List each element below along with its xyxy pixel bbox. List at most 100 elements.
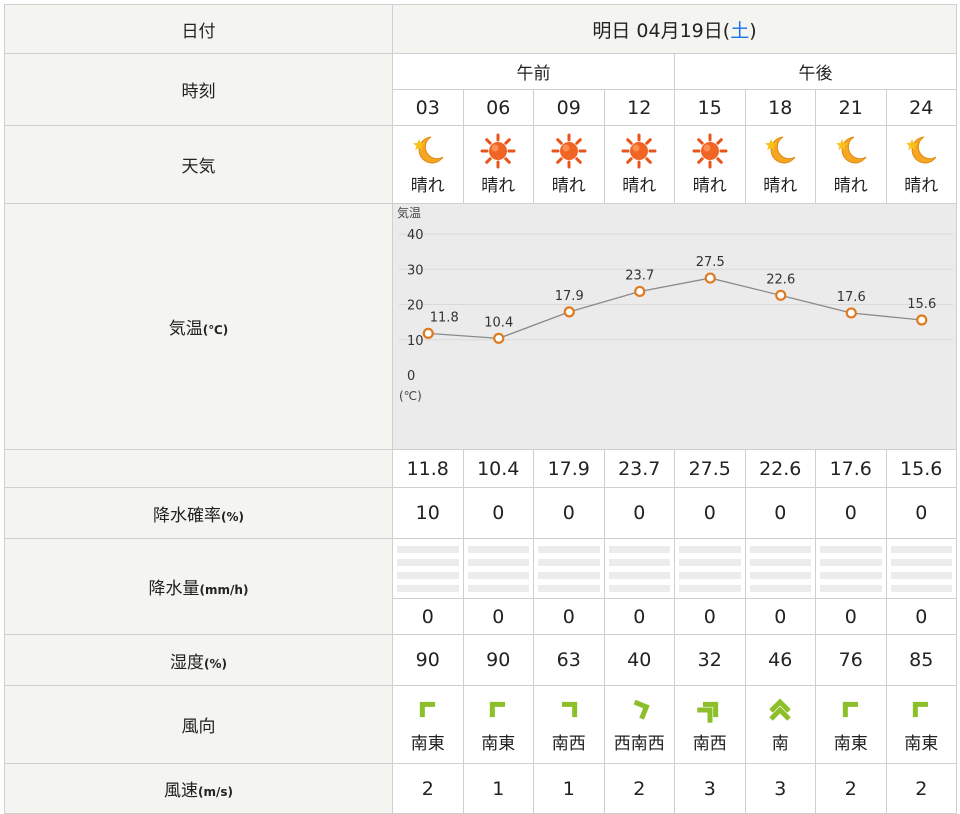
precip-amount-cell: 0 <box>674 598 746 635</box>
wind-dir-label: 南東 <box>410 734 445 754</box>
wind-dir-label: 南東 <box>833 734 868 754</box>
y-tick-label: 30 <box>407 263 424 278</box>
weather-cell: 晴れ <box>815 125 887 204</box>
pm-label: 午後 <box>674 53 957 90</box>
chart-unit: (℃) <box>399 389 422 403</box>
precip-prob-cell: 0 <box>885 487 957 539</box>
wind-speed-row-header: 風速(m/s) <box>4 763 393 814</box>
chart-title: 気温 <box>397 205 421 220</box>
wind-arrow-icon <box>393 695 462 725</box>
hour-cell: 12 <box>603 89 675 126</box>
hour-cell: 24 <box>885 89 957 126</box>
precip-bar-cell <box>533 538 605 599</box>
precip-bar-gauge <box>608 545 670 592</box>
wind-dir-label: 南西 <box>551 734 586 754</box>
humidity-cell: 90 <box>392 634 464 686</box>
temp-value-cell: 11.8 <box>392 449 464 488</box>
precip-bar-cell <box>885 538 957 599</box>
precip-bar-gauge <box>538 545 600 592</box>
temp-value-cell: 10.4 <box>462 449 534 488</box>
wind-speed-label: 風速 <box>164 781 198 801</box>
temperature-point <box>916 314 928 326</box>
precip-prob-cell: 0 <box>744 487 816 539</box>
wind-speed-cell: 2 <box>815 763 887 814</box>
weather-cell: 晴れ <box>392 125 464 204</box>
wind-arrow-icon <box>464 695 533 725</box>
moon-icon <box>393 133 462 169</box>
wind-dir-cell: 南 <box>744 685 816 764</box>
precip-prob-cell: 0 <box>674 487 746 539</box>
humidity-row-header: 湿度(%) <box>4 634 393 686</box>
hour-cell: 09 <box>533 89 605 126</box>
temperature-point <box>775 289 787 301</box>
wind-arrow-icon <box>534 695 603 725</box>
weather-label: 晴れ <box>481 176 516 196</box>
weather-cell: 晴れ <box>744 125 816 204</box>
humidity-cell: 46 <box>744 634 816 686</box>
wind-dir-cell: 南東 <box>392 685 464 764</box>
wind-speed-cell: 3 <box>744 763 816 814</box>
wind-arrow-icon <box>816 695 885 725</box>
temperature-data-label: 22.6 <box>766 272 795 287</box>
precip-bar-cell <box>744 538 816 599</box>
precip-amount-cell: 0 <box>603 598 675 635</box>
temp-label: 気温 <box>168 319 203 339</box>
precip-amount-cell: 0 <box>885 598 957 635</box>
weather-row-header: 天気 <box>4 125 393 204</box>
precip-prob-unit: (%) <box>221 509 244 524</box>
humidity-label: 湿度 <box>170 652 204 673</box>
humidity-cell: 76 <box>815 634 887 686</box>
precip-bar-cell <box>392 538 464 599</box>
weather-cell: 晴れ <box>462 125 534 204</box>
temperature-data-label: 11.8 <box>430 310 459 325</box>
weather-label: 晴れ <box>904 176 939 196</box>
temp-value-cell: 15.6 <box>885 449 957 488</box>
humidity-unit: (%) <box>204 656 227 671</box>
wind-dir-cell: 南東 <box>462 685 534 764</box>
precip-bar-cell <box>674 538 746 599</box>
hour-cell: 06 <box>462 89 534 126</box>
precip-bar-gauge <box>820 545 882 592</box>
wind-arrow-icon <box>605 695 674 725</box>
temperature-data-label: 23.7 <box>625 268 654 283</box>
y-tick-label: 40 <box>407 228 424 243</box>
wind-dir-label: 南東 <box>904 734 939 754</box>
y-tick-label: 20 <box>407 299 424 314</box>
temperature-chart-svg: 気温 (℃) 0 10 20 30 40 11.8 10.4 17.9 23.7 27.5 22.6 17… <box>397 205 953 403</box>
precip-amount-row-header: 降水量(mm/h) <box>4 538 393 635</box>
weather-cell: 晴れ <box>885 125 957 204</box>
temperature-point <box>422 327 434 340</box>
hour-cell: 15 <box>674 89 746 126</box>
wind-speed-cell: 1 <box>533 763 605 814</box>
hour-cell: 18 <box>744 89 816 126</box>
weather-cell: 晴れ <box>533 125 605 204</box>
temp-value-cell: 22.6 <box>744 449 816 488</box>
humidity-cell: 90 <box>462 634 534 686</box>
precip-amount-cell: 0 <box>815 598 887 635</box>
temperature-chart: 気温 (℃) 0 10 20 30 40 11.8 10.4 17.9 23.7 27.5 22.6 17… <box>392 203 957 450</box>
wind-dir-cell: 南東 <box>885 685 957 764</box>
temperature-point <box>563 306 575 318</box>
wind-arrow-icon <box>887 695 956 725</box>
precip-bar-gauge <box>749 545 811 592</box>
am-label: 午前 <box>392 53 675 90</box>
wind-dir-row-header: 風向 <box>4 685 393 764</box>
temperature-data-label: 15.6 <box>907 297 936 312</box>
precip-amount-cell: 0 <box>392 598 464 635</box>
forecast-table: 日付 明日 04月19日(土) 時刻 午前 午後 03 06 09 12 15 18 21 2… <box>4 4 957 814</box>
wind-speed-cell: 2 <box>392 763 464 814</box>
wind-dir-cell: 南西 <box>674 685 746 764</box>
sun-icon <box>605 133 674 169</box>
wind-arrow-icon <box>675 695 744 725</box>
weekday-text: 土 <box>730 19 750 42</box>
wind-dir-label: 西南西 <box>613 734 665 754</box>
temp-value-cell: 17.9 <box>533 449 605 488</box>
precip-bar-gauge <box>397 545 459 592</box>
wind-dir-label: 南東 <box>481 734 516 754</box>
moon-icon <box>746 133 815 169</box>
temperature-data-label: 10.4 <box>484 315 513 330</box>
humidity-cell: 63 <box>533 634 605 686</box>
precip-prob-label: 降水確率 <box>153 505 221 526</box>
hour-cell: 21 <box>815 89 887 126</box>
precip-bar-cell <box>462 538 534 599</box>
